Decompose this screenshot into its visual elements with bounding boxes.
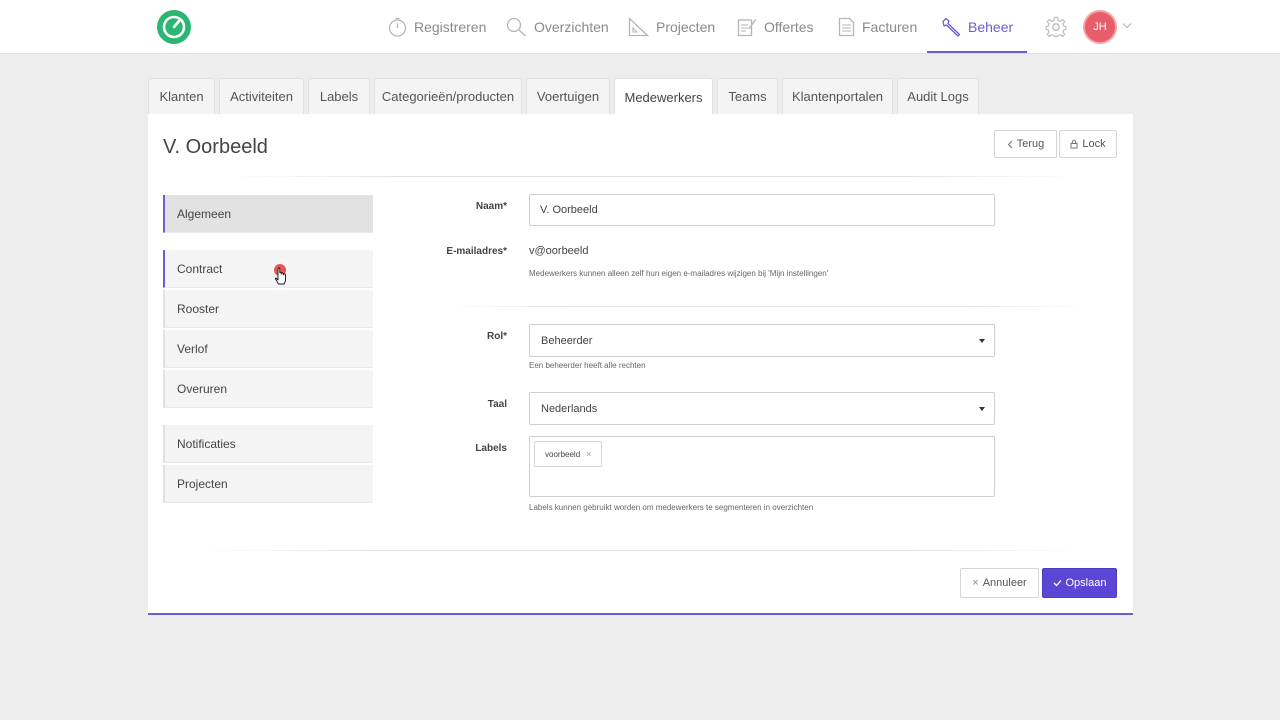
back-label: Terug: [1016, 138, 1045, 150]
nav-label: Beheer: [968, 18, 1014, 35]
label-chip: voorbeeld ×: [534, 441, 603, 467]
gear-icon[interactable]: [1045, 16, 1067, 38]
nav-item-projecten[interactable]: Projecten: [628, 0, 715, 53]
chevron-down-icon[interactable]: [1122, 22, 1132, 29]
edit-document-icon: [737, 18, 757, 36]
role-select[interactable]: Beheerder: [529, 324, 995, 357]
avatar[interactable]: JH: [1083, 10, 1117, 44]
name-value: V. Oorbeeld: [540, 204, 598, 216]
labels-input[interactable]: voorbeeld ×: [529, 436, 995, 497]
email-help-text: Medewerkers kunnen alleen zelf hun eigen…: [529, 269, 829, 278]
role-value: Beheerder: [541, 334, 593, 347]
tab-label: Teams: [728, 89, 767, 104]
name-input[interactable]: V. Oorbeeld: [529, 194, 995, 226]
email-label: E-mailadres*: [446, 246, 507, 257]
stopwatch-logo-icon: [162, 15, 186, 39]
lock-label: Lock: [1082, 138, 1106, 150]
avatar-initials: JH: [1093, 21, 1107, 33]
stopwatch-icon: [388, 17, 407, 37]
tab-labels[interactable]: Labels: [308, 78, 370, 114]
back-button[interactable]: Terug: [994, 130, 1057, 158]
nav-item-offertes[interactable]: Offertes: [737, 0, 814, 53]
nav-label: Overzichten: [534, 18, 609, 35]
app-logo[interactable]: [157, 10, 191, 44]
search-icon: [506, 17, 526, 36]
side-item-algemeen[interactable]: Algemeen: [163, 195, 373, 233]
side-item-label: Algemeen: [177, 206, 232, 221]
top-navigation-bar: Registreren Overzichten Projecten Offert…: [0, 0, 1280, 54]
tab-klanten[interactable]: Klanten: [148, 78, 215, 114]
tab-label: Medewerkers: [624, 90, 703, 105]
save-button[interactable]: Opslaan: [1042, 568, 1117, 598]
wrench-icon: [942, 17, 961, 37]
labels-help-text: Labels kunnen gebruikt worden om medewer…: [529, 503, 814, 512]
side-item-label: Rooster: [177, 301, 220, 316]
side-item-label: Notificaties: [177, 436, 236, 451]
language-select[interactable]: Nederlands: [529, 392, 995, 425]
close-icon: ×: [972, 577, 979, 589]
caret-down-icon: [979, 338, 985, 343]
nav-item-registreren[interactable]: Registreren: [388, 0, 486, 53]
tab-klantenportalen[interactable]: Klantenportalen: [782, 78, 893, 114]
footer-divider: [198, 550, 1083, 551]
tab-audit-logs[interactable]: Audit Logs: [897, 78, 979, 114]
side-item-verlof[interactable]: Verlof: [163, 330, 373, 368]
nav-label: Registreren: [414, 18, 487, 35]
tab-voertuigen[interactable]: Voertuigen: [526, 78, 610, 114]
side-item-label: Overuren: [177, 381, 228, 396]
side-item-notificaties[interactable]: Notificaties: [163, 425, 373, 463]
labels-label: Labels: [475, 443, 507, 454]
lock-icon: [1070, 139, 1078, 149]
side-item-projecten[interactable]: Projecten: [163, 465, 373, 503]
side-item-rooster[interactable]: Rooster: [163, 290, 373, 328]
save-label: Opslaan: [1065, 577, 1107, 589]
header-divider: [228, 176, 1078, 177]
language-value: Nederlands: [541, 402, 598, 415]
tab-teams[interactable]: Teams: [717, 78, 778, 114]
lock-button[interactable]: Lock: [1059, 130, 1117, 158]
chevron-left-icon: [1007, 140, 1013, 148]
tab-categorieen-producten[interactable]: Categorieën/producten: [374, 78, 522, 114]
nav-label: Projecten: [656, 18, 716, 35]
side-item-label: Contract: [177, 261, 223, 276]
remove-chip-icon[interactable]: ×: [586, 449, 591, 459]
nav-label: Offertes: [764, 18, 814, 35]
side-item-overuren[interactable]: Overuren: [163, 370, 373, 408]
side-item-contract[interactable]: Contract: [163, 250, 373, 288]
tab-medewerkers[interactable]: Medewerkers: [614, 78, 713, 116]
ruler-triangle-icon: [628, 16, 649, 36]
tab-label: Klanten: [159, 89, 204, 104]
language-label: Taal: [487, 399, 507, 410]
tab-label: Labels: [319, 89, 359, 104]
role-label: Rol*: [487, 331, 507, 342]
caret-down-icon: [979, 406, 985, 411]
employee-card: V. Oorbeeld Terug Lock Algemeen Contract…: [148, 114, 1133, 615]
page-title: V. Oorbeeld: [163, 136, 268, 158]
nav-item-beheer[interactable]: Beheer: [926, 0, 1028, 53]
role-help-text: Een beheerder heeft alle rechten: [529, 361, 646, 370]
side-item-label: Projecten: [177, 476, 228, 491]
tab-label: Activiteiten: [230, 89, 293, 104]
nav-item-facturen[interactable]: Facturen: [838, 0, 917, 53]
cancel-label: Annuleer: [982, 577, 1027, 589]
tab-label: Klantenportalen: [791, 89, 884, 104]
side-item-label: Verlof: [177, 341, 208, 356]
tab-label: Categorieën/producten: [381, 89, 515, 104]
tab-activiteiten[interactable]: Activiteiten: [219, 78, 304, 114]
invoice-icon: [838, 17, 855, 36]
cancel-button[interactable]: × Annuleer: [960, 568, 1039, 598]
form-divider: [448, 306, 1088, 307]
mouse-cursor-icon: [274, 264, 286, 285]
email-value: v@oorbeeld: [529, 245, 589, 257]
nav-label: Facturen: [862, 18, 918, 35]
label-chip-text: voorbeeld: [545, 449, 581, 459]
tab-label: Audit Logs: [907, 89, 969, 104]
check-icon: [1053, 580, 1061, 587]
nav-item-overzichten[interactable]: Overzichten: [506, 0, 609, 53]
tab-label: Voertuigen: [536, 89, 600, 104]
name-label: Naam*: [475, 201, 507, 212]
